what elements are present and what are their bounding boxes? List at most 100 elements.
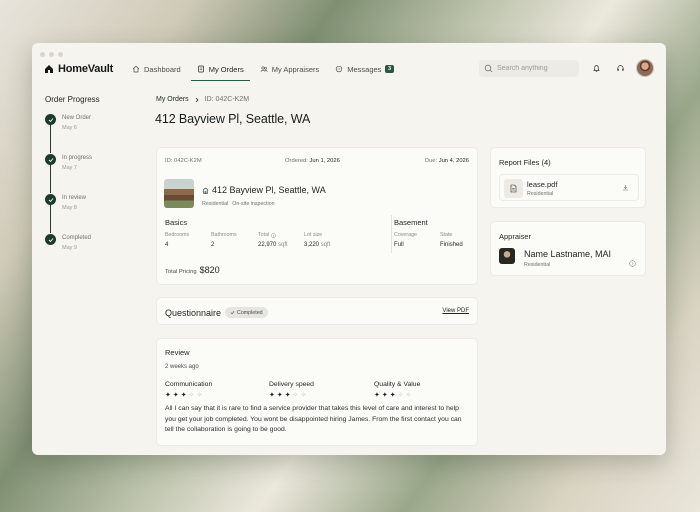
file-item[interactable]: lease.pdf Residential bbox=[499, 174, 639, 201]
search-box[interactable] bbox=[479, 60, 579, 77]
file-icon-wrap bbox=[504, 179, 523, 198]
check-icon bbox=[48, 117, 53, 122]
progress-title: Order Progress bbox=[45, 95, 100, 104]
app-logo[interactable]: HomeVault bbox=[44, 63, 113, 75]
questionnaire-card: Questionnaire Completed View PDF bbox=[156, 297, 478, 325]
step-connector bbox=[50, 125, 51, 153]
appraiser-card: Appraiser Name Lastname, MAI Residential bbox=[490, 221, 646, 276]
step-date: May 7 bbox=[62, 165, 77, 171]
rating-label: Communication bbox=[165, 381, 213, 388]
order-id: ID: 042C-K2M bbox=[165, 158, 202, 164]
field-value: 2 bbox=[211, 242, 215, 248]
nav-messages[interactable]: Messages 3 bbox=[327, 57, 401, 81]
check-icon bbox=[48, 237, 53, 242]
step-label: In review bbox=[62, 195, 87, 201]
star-empty-icon: ✧ bbox=[405, 392, 412, 399]
nav-my-appraisers[interactable]: My Appraisers bbox=[252, 57, 328, 81]
bell-icon[interactable] bbox=[592, 64, 601, 73]
appraiser-avatar bbox=[499, 248, 515, 264]
order-meta: ID: 042C-K2M Ordered: Jun 1, 2026 Due: J… bbox=[165, 158, 469, 164]
field-unit: sqft bbox=[320, 242, 331, 248]
chat-icon bbox=[336, 65, 343, 73]
review-time: 2 weeks ago bbox=[165, 364, 199, 370]
appraiser-name[interactable]: Name Lastname, MAI bbox=[524, 249, 611, 259]
nav-dashboard[interactable]: Dashboard bbox=[124, 57, 189, 81]
star-rating: ✦ ✦ ✦ ✧ ✧ bbox=[165, 392, 212, 400]
field-value: 4 bbox=[165, 242, 169, 248]
progress-step: In progress May 7 bbox=[45, 154, 155, 193]
star-rating: ✦ ✦ ✦ ✧ ✧ bbox=[374, 392, 420, 400]
step-connector bbox=[50, 165, 51, 193]
property-tag: On-site inspection bbox=[232, 201, 275, 207]
field-label-total: Total bbox=[258, 232, 288, 238]
more-info-icon[interactable] bbox=[629, 260, 636, 267]
download-icon[interactable] bbox=[622, 184, 629, 191]
basics-heading: Basics bbox=[165, 218, 188, 227]
step-connector bbox=[50, 205, 51, 233]
rating-communication: Communication ✦ ✦ ✦ ✧ ✧ bbox=[165, 381, 212, 400]
total-label: Total Pricing bbox=[165, 269, 197, 275]
star-filled-icon: ✦ bbox=[276, 392, 283, 399]
field-label: Coverage bbox=[394, 232, 417, 238]
star-filled-icon: ✦ bbox=[180, 392, 187, 399]
check-icon bbox=[230, 311, 235, 315]
logo-text: HomeVault bbox=[58, 63, 114, 75]
progress-step: New Order May 6 bbox=[45, 114, 155, 153]
star-filled-icon: ✦ bbox=[172, 392, 179, 399]
star-empty-icon: ✧ bbox=[196, 392, 203, 399]
file-name: lease.pdf bbox=[527, 180, 558, 189]
field-unit: sqft bbox=[278, 242, 288, 248]
progress-step: In review May 8 bbox=[45, 194, 155, 233]
search-input[interactable] bbox=[497, 65, 577, 72]
field-label: State bbox=[440, 232, 453, 238]
search-icon bbox=[484, 64, 493, 73]
step-check-indicator bbox=[45, 194, 56, 205]
house-logo-icon bbox=[45, 65, 53, 73]
breadcrumb-my-orders[interactable]: My Orders bbox=[156, 96, 189, 103]
messages-count-badge: 3 bbox=[385, 65, 394, 73]
rating-label: Delivery speed bbox=[269, 381, 314, 388]
headset-icon[interactable] bbox=[616, 64, 625, 73]
field-label: Bedrooms bbox=[165, 232, 190, 238]
property-tags: Residential On-site inspection bbox=[202, 201, 275, 207]
step-label: New Order bbox=[62, 115, 92, 121]
nav-label: My Appraisers bbox=[271, 64, 320, 74]
progress-step: Completed May 9 bbox=[45, 234, 155, 273]
field-value-total: 22,970 sqft bbox=[258, 242, 288, 248]
check-icon bbox=[48, 157, 53, 162]
ordered-value: Jun 1, 2026 bbox=[309, 158, 340, 164]
top-navigation: HomeVault Dashboard My Orders My Apprais… bbox=[32, 57, 666, 83]
ordered-label: Ordered: bbox=[285, 158, 308, 164]
view-pdf-link[interactable]: View PDF bbox=[442, 308, 469, 314]
due-value: Jun 4, 2026 bbox=[438, 158, 469, 164]
report-files-card: Report Files (4) lease.pdf Residential bbox=[490, 147, 646, 208]
status-badge: Completed bbox=[225, 307, 268, 318]
nav-my-orders[interactable]: My Orders bbox=[189, 57, 252, 81]
field-label: Bathrooms bbox=[211, 232, 237, 238]
step-date: May 6 bbox=[62, 125, 77, 131]
star-empty-icon: ✧ bbox=[397, 392, 404, 399]
basics-total: Total 22,970 sqft bbox=[258, 232, 288, 248]
order-progress-panel: Order Progress New Order May 6 In progre… bbox=[45, 95, 155, 273]
property-photo bbox=[164, 179, 194, 208]
rating-delivery-speed: Delivery speed ✦ ✦ ✦ ✧ ✧ bbox=[269, 381, 314, 400]
star-filled-icon: ✦ bbox=[269, 392, 275, 399]
breadcrumb: My Orders ID: 042C-K2M bbox=[156, 96, 249, 103]
field-value-lot: 3,220 sqft bbox=[304, 242, 330, 248]
main-nav: Dashboard My Orders My Appraisers Messag… bbox=[124, 57, 402, 83]
star-empty-icon: ✧ bbox=[300, 392, 307, 399]
total-value: $820 bbox=[199, 265, 220, 275]
page-title: 412 Bayview Pl, Seattle, WA bbox=[155, 112, 311, 126]
total-pricing: Total Pricing $820 bbox=[165, 265, 220, 275]
rating-label: Quality & Value bbox=[374, 381, 421, 388]
user-avatar[interactable] bbox=[636, 59, 654, 77]
field-label: Lot size bbox=[304, 232, 323, 238]
rating-quality-value: Quality & Value ✦ ✦ ✦ ✧ ✧ bbox=[374, 381, 420, 400]
info-icon[interactable] bbox=[271, 232, 276, 238]
home-icon bbox=[132, 65, 140, 73]
basement-heading: Basement bbox=[394, 218, 428, 227]
review-card: Review 2 weeks ago Communication ✦ ✦ ✦ ✧ ✧ D… bbox=[156, 338, 478, 446]
field-label: Total bbox=[258, 232, 270, 238]
appraiser-title: Appraiser bbox=[499, 232, 532, 241]
property-name-text: 412 Bayview Pl, Seattle, WA bbox=[212, 185, 326, 195]
